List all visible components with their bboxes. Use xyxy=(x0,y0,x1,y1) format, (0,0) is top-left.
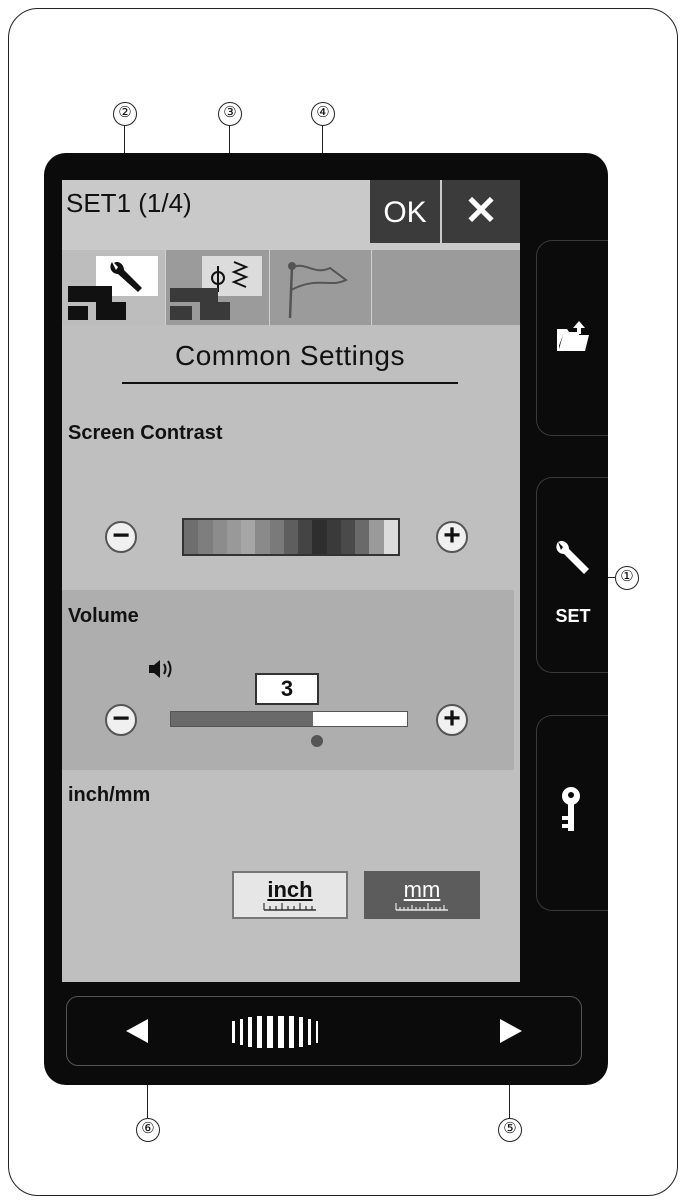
ruler-icon xyxy=(395,903,448,911)
ok-button[interactable]: OK xyxy=(370,180,440,243)
contrast-swatch xyxy=(369,520,384,554)
scroll-tick xyxy=(316,1021,318,1043)
inch-mm-label: inch/mm xyxy=(68,784,151,806)
stitch-machine-icon xyxy=(168,254,268,327)
scroll-tick xyxy=(248,1017,252,1047)
scroll-tick xyxy=(289,1016,294,1048)
unit-mm-button[interactable]: mm xyxy=(364,871,480,919)
contrast-swatch xyxy=(283,520,299,554)
tab-language-settings[interactable] xyxy=(269,250,371,325)
contrast-swatch xyxy=(312,520,327,554)
set-label: SET xyxy=(555,606,591,626)
scroll-tick xyxy=(267,1016,273,1048)
contrast-swatch xyxy=(184,520,199,554)
scroll-tick xyxy=(257,1016,262,1048)
volume-slider[interactable] xyxy=(170,711,408,727)
close-button[interactable]: ✕ xyxy=(442,180,520,243)
tab-common-settings[interactable] xyxy=(62,250,165,325)
prev-page-button[interactable] xyxy=(124,1017,150,1052)
contrast-minus-button[interactable]: − xyxy=(105,521,137,553)
scroll-tick xyxy=(308,1019,311,1045)
volume-value: 3 xyxy=(255,673,319,705)
contrast-swatch xyxy=(355,520,370,554)
callout-1: ① xyxy=(615,566,639,590)
contrast-plus-button[interactable]: + xyxy=(436,521,468,553)
side-button-file-open[interactable] xyxy=(536,240,608,436)
volume-slider-fill xyxy=(171,712,313,726)
scroll-tick xyxy=(240,1019,243,1045)
tab-empty xyxy=(371,250,520,325)
contrast-swatch xyxy=(212,520,227,554)
speaker-icon xyxy=(147,658,175,685)
contrast-swatch xyxy=(241,520,256,554)
page-title: SET1 (1/4) xyxy=(66,188,192,218)
section-title: Common Settings xyxy=(174,340,406,371)
unit-inch-button[interactable]: inch xyxy=(232,871,348,919)
ruler-icon xyxy=(263,903,316,911)
lcd-screen: SET1 (1/4) OK ✕ Common Settings Screen C… xyxy=(62,180,520,982)
flag-icon xyxy=(284,258,354,325)
scroll-tick xyxy=(232,1021,235,1043)
contrast-swatch xyxy=(269,520,284,554)
callout-6: ⑥ xyxy=(136,1118,160,1142)
next-page-button[interactable] xyxy=(498,1017,524,1052)
contrast-swatch xyxy=(383,520,398,554)
contrast-swatch xyxy=(226,520,242,554)
callout-3: ③ xyxy=(218,102,242,126)
side-button-lock[interactable] xyxy=(536,715,608,911)
volume-minus-button[interactable]: − xyxy=(105,704,137,736)
unit-inch-label: inch xyxy=(267,877,313,902)
volume-label: Volume xyxy=(68,605,139,627)
arrow-left-icon xyxy=(126,1019,148,1043)
volume-plus-button[interactable]: + xyxy=(436,704,468,736)
wrench-icon xyxy=(552,538,592,583)
contrast-swatch xyxy=(298,520,313,554)
side-button-set[interactable]: SET xyxy=(536,477,608,673)
unit-mm-label: mm xyxy=(403,877,441,902)
contrast-swatch xyxy=(340,520,356,554)
contrast-swatch xyxy=(326,520,341,554)
scroll-tick xyxy=(299,1017,303,1047)
page-scroll-ticks[interactable] xyxy=(232,1016,318,1048)
wrench-machine-icon xyxy=(66,254,162,327)
tab-sewing-settings[interactable] xyxy=(165,250,269,325)
callout-4: ④ xyxy=(311,102,335,126)
section-underline xyxy=(122,382,458,384)
contrast-bar xyxy=(182,518,400,556)
key-icon xyxy=(559,786,585,839)
contrast-swatch xyxy=(198,520,213,554)
callout-2: ② xyxy=(113,102,137,126)
callout-5: ⑤ xyxy=(498,1118,522,1142)
contrast-swatch xyxy=(255,520,270,554)
arrow-right-icon xyxy=(500,1019,522,1043)
scroll-tick xyxy=(278,1016,284,1048)
folder-icon xyxy=(555,319,591,360)
screen-contrast-label: Screen Contrast xyxy=(68,422,223,444)
